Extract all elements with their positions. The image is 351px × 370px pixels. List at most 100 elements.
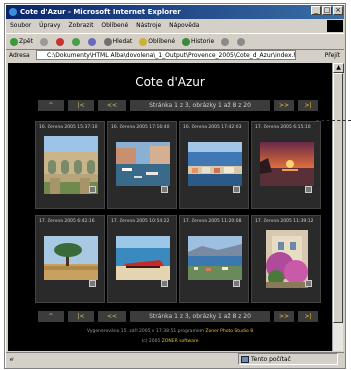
photo-sunset-sea[interactable] xyxy=(260,142,314,186)
search-button[interactable]: Hledat xyxy=(103,34,132,49)
back-button[interactable]: Zpět xyxy=(10,34,33,49)
refresh-button[interactable] xyxy=(71,34,81,49)
zoom-icon[interactable] xyxy=(233,186,240,193)
thumbnail-cell[interactable]: 17. června 2005 10:54:22 xyxy=(107,215,177,303)
zoom-icon[interactable] xyxy=(89,280,96,287)
program-link[interactable]: Zoner Photo Studio 8 xyxy=(205,329,253,334)
ie-status-icon: ℯ xyxy=(10,356,14,363)
menu-help[interactable]: Nápověda xyxy=(169,22,199,29)
next-page-button[interactable]: >> xyxy=(274,311,294,322)
photo-date: 17. června 2005 11:39:12 xyxy=(255,219,314,224)
company-link[interactable]: ZONER software xyxy=(162,339,199,344)
browser-window: Cote d'Azur - Microsoft Internet Explore… xyxy=(4,3,346,369)
photo-date: 16. června 2005 17:16:40 xyxy=(111,125,170,130)
photo-date: 17. června 2005 6:42:16 xyxy=(39,219,95,224)
thumbnail-cell[interactable]: 16. června 2005 17:42:03 xyxy=(179,121,249,209)
vertical-scrollbar[interactable]: ▲ xyxy=(332,63,344,351)
scroll-up-icon[interactable]: ▲ xyxy=(333,63,344,73)
close-button[interactable]: × xyxy=(333,6,343,15)
history-icon xyxy=(182,37,190,46)
photo-date: 17. června 2005 11:20:08 xyxy=(183,219,242,224)
window-title: Cote d'Azur - Microsoft Internet Explore… xyxy=(20,8,181,16)
history-button[interactable]: Historie xyxy=(182,34,214,49)
home-icon xyxy=(87,37,96,46)
scroll-thumb[interactable] xyxy=(333,73,343,323)
windows-logo-icon xyxy=(327,20,343,32)
annotation-pointer xyxy=(316,120,351,122)
up-button[interactable]: ^ xyxy=(38,100,64,111)
footer-line-1: Vygenerováno 15. září 2005 v 17:38:51 pr… xyxy=(86,329,254,334)
zoom-icon[interactable] xyxy=(233,280,240,287)
photo-harbor-canal[interactable] xyxy=(116,142,170,186)
thumbnail-cell[interactable]: 16. června 2005 17:16:40 xyxy=(107,121,177,209)
prev-page-button[interactable]: << xyxy=(98,311,126,322)
refresh-icon xyxy=(71,37,80,46)
photo-coastal-town[interactable] xyxy=(188,142,242,186)
menu-edit[interactable]: Úpravy xyxy=(39,22,60,29)
title-bar: Cote d'Azur - Microsoft Internet Explore… xyxy=(6,5,344,19)
zoom-icon[interactable] xyxy=(161,280,168,287)
printer-icon xyxy=(237,37,245,46)
nav-bar-bottom: ^ |< << Stránka 1 z 3, obrázky 1 až 8 z … xyxy=(38,311,318,322)
photo-flowering-house[interactable] xyxy=(266,230,308,288)
maximize-button[interactable]: □ xyxy=(322,6,332,15)
forward-button[interactable] xyxy=(39,34,49,49)
address-label: Adresa xyxy=(9,52,30,59)
thumbnail-row-2: 17. června 2005 6:42:16 17. června 2005 … xyxy=(35,215,323,303)
address-bar: Adresa C:\Dokumenty\HTML Alba\dovolena\_… xyxy=(6,49,344,62)
menu-view[interactable]: Zobrazit xyxy=(69,22,94,29)
thumbnail-cell[interactable]: 17. června 2005 6:15:10 xyxy=(251,121,321,209)
go-button[interactable]: Přejít xyxy=(325,49,340,62)
ie-icon xyxy=(9,8,17,16)
first-page-button[interactable]: |< xyxy=(68,100,94,111)
stop-button[interactable] xyxy=(55,34,65,49)
zoom-icon[interactable] xyxy=(305,280,312,287)
photo-red-boat-beach[interactable] xyxy=(116,236,170,280)
status-bar: ℯ Tento počítač xyxy=(6,352,344,367)
last-page-button[interactable]: >| xyxy=(298,100,318,111)
status-zone: Tento počítač xyxy=(238,353,338,365)
thumbnail-cell[interactable]: 17. června 2005 11:20:08 xyxy=(179,215,249,303)
footer-line-2: (c) 2005 ZONER software xyxy=(141,339,199,344)
mail-icon xyxy=(221,37,230,46)
photo-bay-panorama[interactable] xyxy=(188,236,242,280)
stop-icon xyxy=(55,37,64,46)
menu-file[interactable]: Soubor xyxy=(10,22,31,29)
thumbnail-cell[interactable]: 17. června 2005 6:42:16 xyxy=(35,215,105,303)
thumbnail-cell[interactable]: 17. června 2005 11:39:12 xyxy=(251,215,321,303)
minimize-button[interactable]: _ xyxy=(311,6,321,15)
nav-bar-top: ^ |< << Stránka 1 z 3, obrázky 1 až 8 z … xyxy=(38,100,318,111)
forward-arrow-icon xyxy=(39,37,48,46)
home-button[interactable] xyxy=(87,34,97,49)
first-page-button[interactable]: |< xyxy=(68,311,94,322)
print-button[interactable] xyxy=(237,34,246,49)
menu-tools[interactable]: Nástroje xyxy=(136,22,161,29)
star-icon xyxy=(139,37,148,46)
menu-bar: Soubor Úpravy Zobrazit Oblíbené Nástroje… xyxy=(6,20,344,32)
thumbnail-cell[interactable]: 16. června 2005 15:37:10 xyxy=(35,121,105,209)
thumbnail-row-1: 16. června 2005 15:37:10 16. června 2005… xyxy=(35,121,323,209)
computer-icon xyxy=(241,356,249,363)
photo-date: 17. června 2005 10:54:22 xyxy=(111,219,170,224)
next-page-button[interactable]: >> xyxy=(274,100,294,111)
photo-date: 16. června 2005 15:37:10 xyxy=(39,125,98,130)
photo-date: 16. června 2005 17:42:03 xyxy=(183,125,242,130)
page-info: Stránka 1 z 3, obrázky 1 až 8 z 20 xyxy=(130,100,270,111)
search-icon xyxy=(103,37,112,46)
page-info: Stránka 1 z 3, obrázky 1 až 8 z 20 xyxy=(130,311,270,322)
zoom-icon[interactable] xyxy=(161,186,168,193)
last-page-button[interactable]: >| xyxy=(298,311,318,322)
photo-pine-tree-field[interactable] xyxy=(44,236,98,280)
address-input[interactable]: C:\Dokumenty\HTML Alba\dovolena\_1_Outpu… xyxy=(36,50,296,60)
prev-page-button[interactable]: << xyxy=(98,100,126,111)
up-button[interactable]: ^ xyxy=(38,311,64,322)
mail-button[interactable] xyxy=(221,34,230,49)
favorites-button[interactable]: Oblíbené xyxy=(139,34,175,49)
menu-favorites[interactable]: Oblíbené xyxy=(101,22,128,29)
page-title: Cote d'Azur xyxy=(135,75,205,89)
toolbar: Zpět Hledat Oblíbené Historie xyxy=(6,33,344,50)
zoom-icon[interactable] xyxy=(305,186,312,193)
zoom-icon[interactable] xyxy=(89,186,96,193)
page-content: Cote d'Azur ^ |< << Stránka 1 z 3, obráz… xyxy=(8,63,332,351)
photo-date: 17. června 2005 6:15:10 xyxy=(255,125,311,130)
